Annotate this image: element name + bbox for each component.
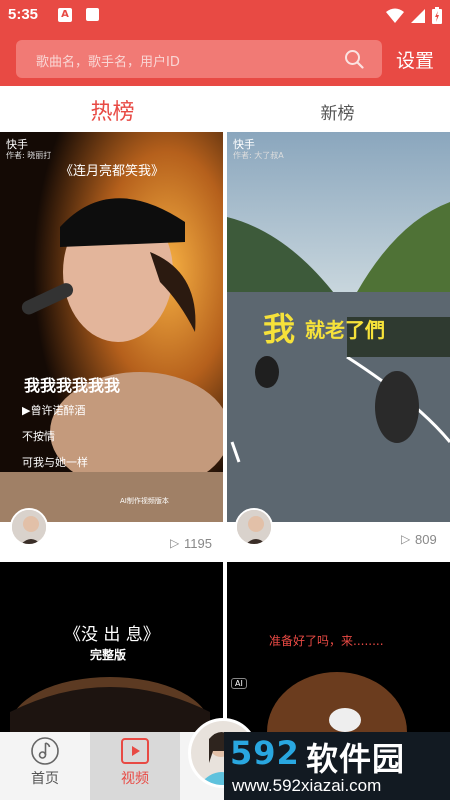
nav-home-label: 首页	[31, 771, 59, 787]
video-card[interactable]: 快手 作者: 大了叔A 我 就老了們 ▷ 809	[227, 132, 450, 558]
video-caption-line: ▶曾许诺醉酒	[22, 404, 86, 417]
search-placeholder: 歌曲名，歌手名，用户ID	[36, 55, 180, 70]
tab-hot[interactable]: 热榜	[0, 92, 225, 126]
watermark-brand-text: 软件园	[306, 740, 406, 778]
tab-new[interactable]: 新榜	[225, 92, 450, 126]
video-caption-line: 可我与她一样	[22, 456, 88, 469]
notification-a-icon: A	[58, 8, 72, 22]
music-note-icon	[31, 737, 59, 765]
video-caption-big: 我我我我我我	[24, 376, 121, 395]
search-icon[interactable]	[344, 49, 364, 69]
wifi-icon	[386, 8, 404, 23]
avatar[interactable]	[10, 508, 48, 546]
video-caption-rest: 就老了們	[305, 318, 385, 342]
nav-home[interactable]: 首页	[0, 732, 90, 800]
play-count-icon: ▷	[170, 536, 180, 550]
app-header: 歌曲名，歌手名，用户ID 设置	[0, 32, 450, 86]
status-time: 5:35	[8, 6, 39, 23]
video-caption-big: 我	[263, 310, 296, 348]
author-label: 作者: 大了叔A	[233, 151, 284, 160]
status-bar: 5:35 A	[0, 0, 450, 32]
nav-video-label: 视频	[121, 771, 149, 787]
play-count: 1195	[184, 536, 212, 551]
watermark-logo: 592 软件园 www.592xiazai.com	[224, 732, 450, 800]
video-card[interactable]: 《没 出 息》 完整版	[0, 562, 223, 732]
signal-icon	[411, 8, 425, 23]
video-footer-tag: AI制作视频版本	[120, 497, 169, 505]
settings-button[interactable]: 设置	[396, 46, 434, 73]
video-card[interactable]: 快手 作者: 晓丽打 《连月亮都笑我》 我我我我我我 ▶曾许诺醉酒 不按情 可我…	[0, 132, 223, 558]
play-icon	[121, 738, 149, 764]
video-caption: 准备好了吗，来........	[269, 634, 384, 648]
video-subtitle: 完整版	[90, 648, 127, 662]
avatar[interactable]	[235, 508, 273, 546]
nav-video[interactable]: 视频	[90, 732, 180, 800]
video-caption-line: 不按情	[22, 430, 55, 443]
notification-square-icon	[86, 8, 99, 21]
video-title: 《没 出 息》	[64, 625, 160, 645]
watermark-url: www.592xiazai.com	[232, 776, 382, 795]
play-count: 809	[415, 532, 437, 547]
video-card[interactable]: AI 准备好了吗，来........	[227, 562, 450, 732]
search-input[interactable]: 歌曲名，歌手名，用户ID	[16, 40, 382, 78]
watermark-brand-number: 592	[230, 734, 300, 772]
video-thumbnail[interactable]: 快手 作者: 晓丽打 《连月亮都笑我》 我我我我我我 ▶曾许诺醉酒 不按情 可我…	[0, 132, 223, 522]
play-count-icon: ▷	[401, 532, 411, 546]
battery-icon	[432, 7, 442, 24]
video-title: 《连月亮都笑我》	[60, 164, 165, 179]
ai-badge: AI	[231, 678, 247, 689]
author-label: 作者: 晓丽打	[6, 151, 52, 160]
tab-bar: 热榜 新榜	[0, 86, 450, 132]
video-thumbnail[interactable]: 快手 作者: 大了叔A 我 就老了們	[227, 132, 450, 522]
